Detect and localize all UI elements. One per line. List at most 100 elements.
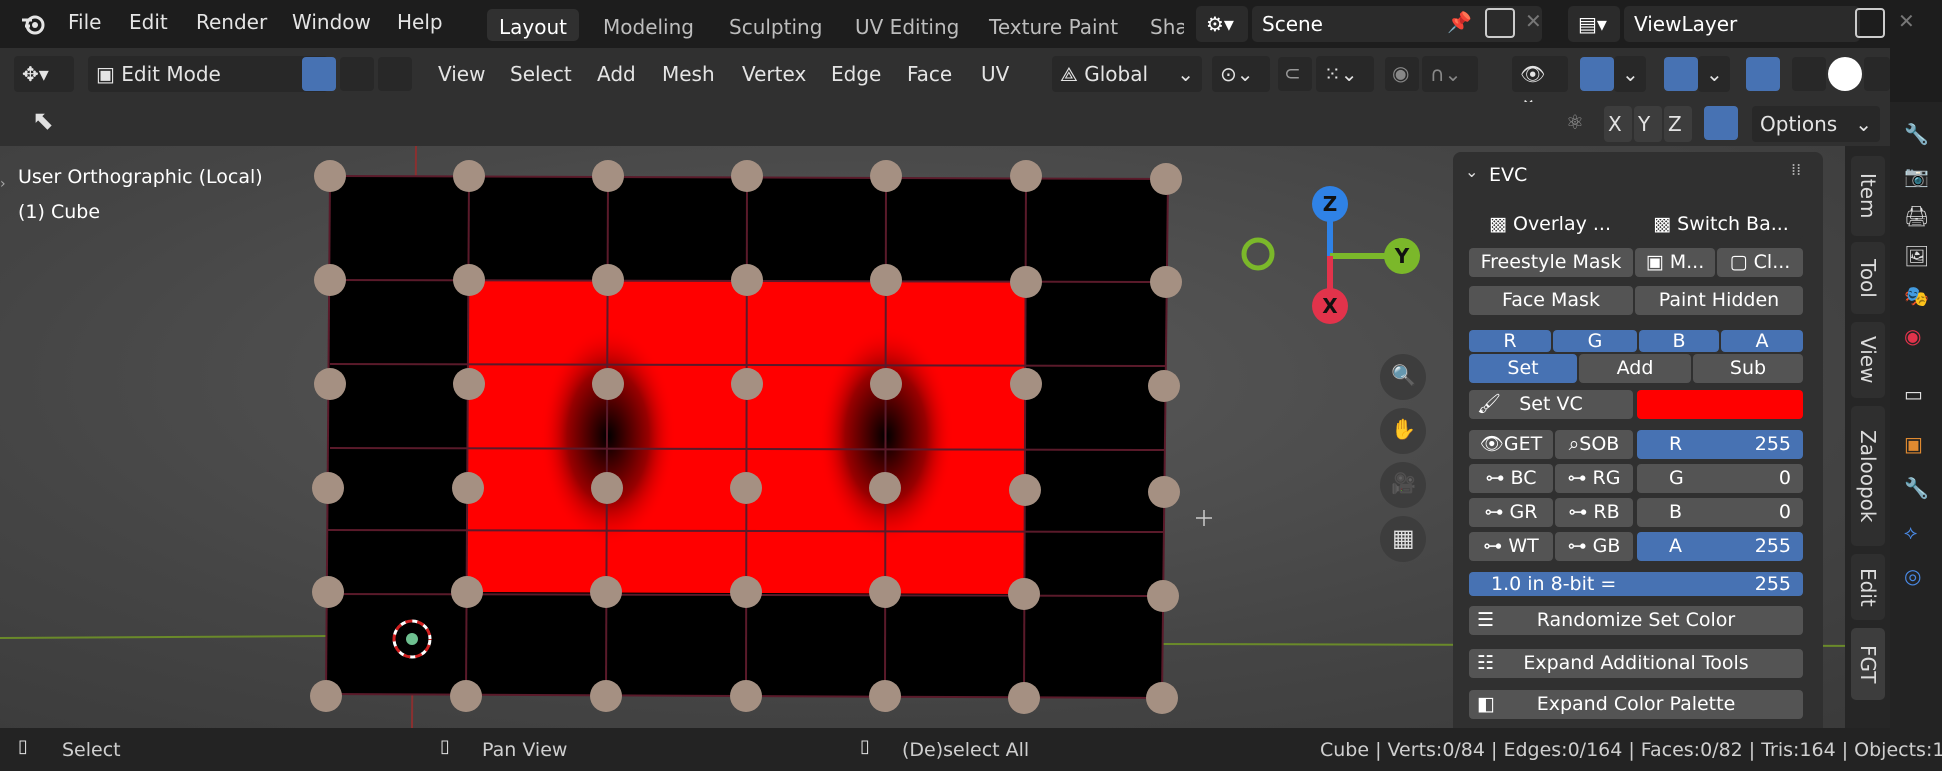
channel-b-toggle[interactable]: B [1639, 330, 1719, 352]
modifier-icon[interactable]: 🔧 [1904, 476, 1929, 500]
randomize-set-color-button[interactable]: ☰ Randomize Set Color [1469, 606, 1803, 635]
menu-window[interactable]: Window [292, 10, 371, 34]
object-icon[interactable]: ▣ [1904, 432, 1923, 456]
particles-icon[interactable]: ⟡ [1904, 520, 1917, 544]
view-layer-icon[interactable]: 🖼 [1904, 244, 1929, 268]
axis-x-toggle[interactable]: X [1604, 106, 1632, 142]
tab-tool[interactable]: Tool [1851, 242, 1885, 314]
new-view-layer-icon[interactable] [1855, 8, 1885, 38]
collection-icon[interactable]: ▭ [1904, 382, 1923, 406]
visibility-dropdown[interactable]: 👁⌄ [1512, 56, 1568, 110]
menu-file[interactable]: File [68, 10, 101, 34]
menu-add[interactable]: Add [589, 56, 644, 92]
tab-fgt[interactable]: FGT [1851, 628, 1885, 700]
r-value-field[interactable]: R 255 [1637, 430, 1803, 459]
menu-render[interactable]: Render [196, 10, 267, 34]
menu-uv[interactable]: UV [973, 56, 1017, 92]
perspective-button[interactable]: ▦ [1380, 516, 1426, 562]
channel-r-toggle[interactable]: R [1469, 330, 1551, 352]
tool-icon[interactable]: 🔧 [1904, 122, 1929, 146]
expand-toolbar-icon[interactable]: › [0, 176, 6, 192]
vertex-select-button[interactable] [302, 57, 336, 91]
xray-toggle[interactable] [1746, 57, 1780, 91]
wt-toggle[interactable]: ⊶ WT [1469, 532, 1553, 561]
tab-item[interactable]: Item [1851, 156, 1885, 236]
view-layer-type-dropdown[interactable]: ▤▾ [1568, 6, 1620, 42]
menu-edge[interactable]: Edge [823, 56, 889, 92]
wireframe-shading-button[interactable] [1792, 57, 1826, 91]
render-icon[interactable]: 📷 [1904, 164, 1929, 188]
bit-conversion-field[interactable]: 1.0 in 8-bit = 255 [1469, 572, 1803, 596]
add-mode-button[interactable]: Add [1579, 354, 1691, 383]
a-value-field[interactable]: A 255 [1637, 532, 1803, 561]
new-scene-icon[interactable] [1485, 8, 1515, 38]
menu-select[interactable]: Select [502, 56, 580, 92]
move-cursor-icon[interactable]: ⬉ [32, 106, 54, 136]
set-mode-button[interactable]: Set [1469, 354, 1577, 383]
solid-shading-button[interactable] [1828, 57, 1862, 91]
face-mask-button[interactable]: Face Mask [1469, 286, 1633, 315]
overlay-button[interactable]: ▩ Overlay ... [1469, 210, 1631, 239]
gr-toggle[interactable]: ⊶ GR [1469, 498, 1553, 527]
snap-toggle[interactable]: ⊂ [1278, 57, 1312, 91]
channel-g-toggle[interactable]: G [1553, 330, 1637, 352]
overlay-toggle[interactable] [1664, 57, 1698, 91]
g-value-field[interactable]: G0 [1637, 464, 1803, 493]
get-button[interactable]: 👁GET [1469, 430, 1553, 459]
menu-face[interactable]: Face [899, 56, 960, 92]
sub-mode-button[interactable]: Sub [1693, 354, 1803, 383]
snap-target-dropdown[interactable]: ⁙⌄ [1316, 56, 1374, 92]
overlay-dropdown[interactable]: ⌄ [1698, 56, 1730, 92]
gizmo-toggle[interactable] [1580, 57, 1614, 91]
menu-edit[interactable]: Edit [129, 10, 168, 34]
cl-button[interactable]: ▢ Cl... [1717, 248, 1803, 277]
tab-layout[interactable]: Layout [487, 9, 579, 41]
gizmo-z-axis[interactable]: Z [1312, 186, 1348, 222]
scene-icon[interactable]: 🎭 [1904, 284, 1929, 308]
tab-sculpting[interactable]: Sculpting [717, 9, 834, 41]
tab-shading[interactable]: Sha [1138, 9, 1184, 41]
close-view-layer-icon[interactable]: ✕ [1898, 9, 1915, 33]
output-icon[interactable]: 🖨 [1904, 204, 1929, 228]
bc-toggle[interactable]: ⊶ BC [1469, 464, 1553, 493]
rg-toggle[interactable]: ⊶ RG [1555, 464, 1633, 493]
zoom-button[interactable]: 🔍 [1380, 354, 1426, 400]
material-shading-button[interactable] [1864, 57, 1890, 91]
tab-modeling[interactable]: Modeling [591, 9, 706, 41]
pin-icon[interactable]: 📌 [1447, 10, 1472, 34]
drag-handle-icon[interactable]: ⁞⁞ [1791, 160, 1801, 179]
pan-button[interactable]: ✋ [1380, 408, 1426, 454]
gizmo-dropdown[interactable]: ⌄ [1614, 56, 1646, 92]
menu-vertex[interactable]: Vertex [734, 56, 814, 92]
menu-view[interactable]: View [430, 56, 493, 92]
proportional-edit-toggle[interactable]: ◉ [1385, 57, 1419, 91]
physics-icon[interactable]: ◎ [1904, 564, 1921, 588]
view-layer-field[interactable]: ViewLayer [1624, 6, 1860, 42]
editor-type-dropdown[interactable]: ✥▾ [14, 56, 74, 92]
b-value-field[interactable]: B0 [1637, 498, 1803, 527]
tab-view[interactable]: View [1851, 322, 1885, 398]
collapse-icon[interactable]: ⌄ [1465, 162, 1478, 181]
expand-additional-tools-button[interactable]: ☷ Expand Additional Tools [1469, 649, 1803, 678]
blender-logo-icon[interactable] [20, 10, 48, 38]
edge-select-button[interactable] [340, 57, 374, 91]
channel-a-toggle[interactable]: A [1721, 330, 1803, 352]
gizmo-y-axis[interactable]: Y [1384, 238, 1420, 274]
tab-uv-editing[interactable]: UV Editing [843, 9, 971, 41]
close-scene-icon[interactable]: ✕ [1525, 9, 1542, 33]
options-dropdown[interactable]: Options ⌄ [1752, 106, 1880, 142]
mirror-icon[interactable]: ⚛ [1566, 110, 1584, 134]
gb-toggle[interactable]: ⊶ GB [1555, 532, 1633, 561]
falloff-dropdown[interactable]: ∩⌄ [1422, 56, 1478, 92]
mode-dropdown[interactable]: ▣ Edit Mode⌄ [88, 56, 328, 92]
menu-mesh[interactable]: Mesh [654, 56, 723, 92]
auto-merge-toggle[interactable] [1704, 106, 1738, 140]
camera-button[interactable]: 🎥 [1380, 462, 1426, 508]
face-select-button[interactable] [378, 57, 412, 91]
set-vc-button[interactable]: 🖌 Set VC [1469, 390, 1633, 419]
m-button[interactable]: ▣ M... [1635, 248, 1715, 277]
rb-toggle[interactable]: ⊶ RB [1555, 498, 1633, 527]
tab-zaloopok[interactable]: Zaloopok [1851, 406, 1885, 546]
freestyle-mask-button[interactable]: Freestyle Mask [1469, 248, 1633, 277]
tab-edit[interactable]: Edit [1851, 554, 1885, 620]
